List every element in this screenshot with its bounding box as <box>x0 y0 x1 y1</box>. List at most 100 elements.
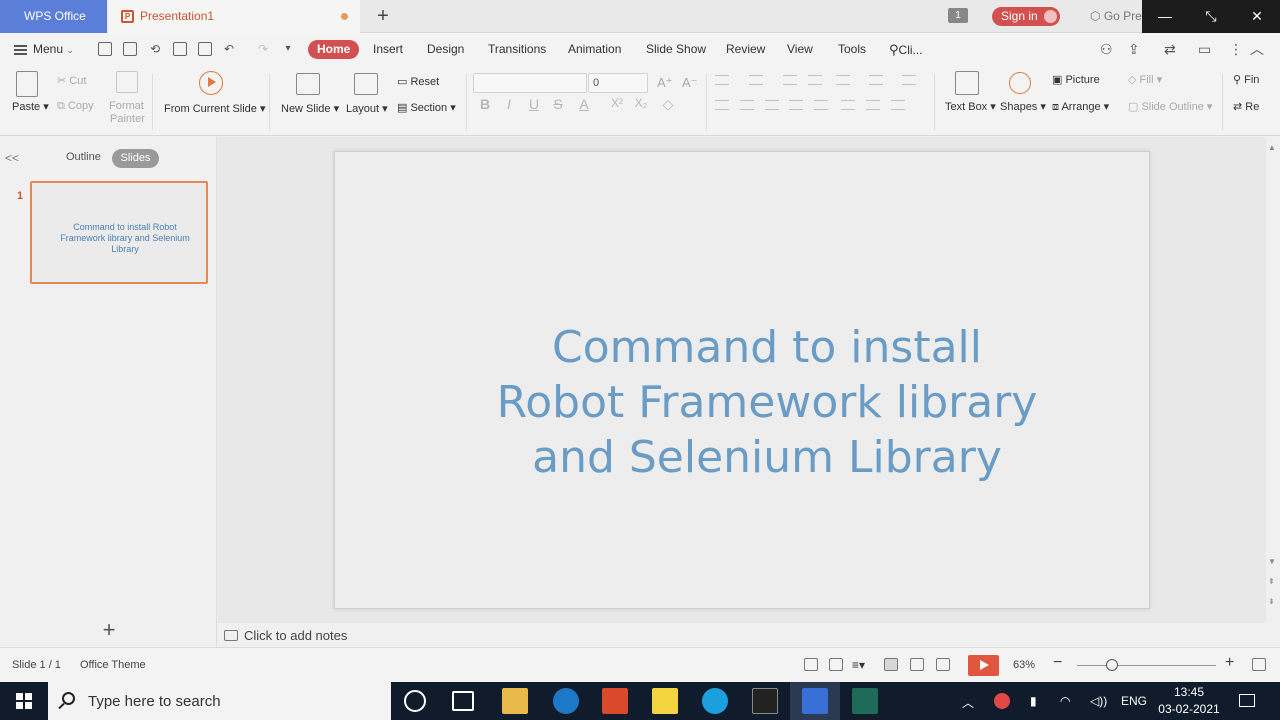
tab-home[interactable]: Home <box>308 40 360 59</box>
new-slide-icon[interactable] <box>296 73 320 95</box>
document-tab[interactable]: P Presentation1 <box>108 0 360 33</box>
window-count-badge[interactable]: 1 <box>948 8 968 23</box>
underline-icon[interactable]: U <box>526 96 542 112</box>
strikethrough-icon[interactable]: S <box>550 96 566 112</box>
paragraph-spacing-icon[interactable] <box>841 100 855 110</box>
previous-slide-icon[interactable]: ⇞ <box>1268 577 1275 586</box>
shapes-icon[interactable] <box>1009 72 1031 94</box>
wifi-icon[interactable]: ◠ <box>1060 694 1070 708</box>
volume-icon[interactable]: ◁)) <box>1090 694 1107 708</box>
shapes-button[interactable]: Shapes ▾ <box>1000 100 1046 113</box>
bold-icon[interactable]: B <box>477 96 493 112</box>
line-spacing-icon[interactable] <box>869 75 883 85</box>
taskbar-search[interactable]: Type here to search <box>48 682 391 720</box>
command-search[interactable]: ⚲Cli... <box>889 40 923 59</box>
new-tab-button[interactable]: + <box>374 5 392 27</box>
minimize-button[interactable]: — <box>1142 0 1188 33</box>
notes-pane[interactable]: Click to add notes <box>218 623 1280 647</box>
edge-icon[interactable] <box>553 688 579 714</box>
taskbar-search-input[interactable]: Type here to search <box>88 693 221 710</box>
show-hidden-icons[interactable]: ︿ <box>962 694 974 711</box>
tab-outline[interactable]: Outline <box>66 151 101 163</box>
zoom-out-button[interactable]: − <box>1053 654 1062 672</box>
tab-transitions[interactable]: Transitions <box>488 40 546 59</box>
font-size-combo[interactable]: 0 <box>588 73 648 93</box>
format-painter-label-2[interactable]: Painter <box>110 113 145 125</box>
justify-icon[interactable] <box>789 100 803 110</box>
share-collab-icon[interactable]: ⚇ <box>1100 40 1113 59</box>
notification-center-icon[interactable] <box>1239 694 1255 707</box>
skype-icon[interactable] <box>702 688 728 714</box>
fit-window-icon[interactable] <box>1252 658 1266 671</box>
zoom-in-button[interactable]: + <box>1225 654 1234 672</box>
tab-animation[interactable]: Animation <box>568 40 621 59</box>
slide-editor-canvas[interactable]: Command to install Robot Framework libra… <box>218 137 1266 623</box>
sticky-notes-icon[interactable] <box>652 688 678 714</box>
tab-review[interactable]: Review <box>726 40 765 59</box>
comment-icon[interactable]: ▭ <box>1198 40 1211 59</box>
text-box-icon[interactable] <box>955 71 979 95</box>
align-right-icon[interactable] <box>765 100 779 110</box>
redo-icon[interactable]: ↷ <box>256 42 270 56</box>
task-view-icon[interactable] <box>452 691 474 711</box>
tab-design[interactable]: Design <box>427 40 464 59</box>
wps-office-tab[interactable]: WPS Office <box>0 0 107 33</box>
print-preview-icon[interactable] <box>198 42 212 56</box>
decrease-indent-icon[interactable] <box>783 75 797 85</box>
file-explorer-icon[interactable] <box>502 688 528 714</box>
numbering-icon[interactable] <box>749 75 763 85</box>
language-indicator[interactable]: ENG <box>1121 694 1147 708</box>
text-direction-icon[interactable] <box>902 75 916 85</box>
record-icon[interactable] <box>994 693 1010 709</box>
wps-taskbar-item[interactable] <box>790 682 840 720</box>
subscript-icon[interactable]: X₂ <box>633 96 649 110</box>
notes-placeholder[interactable]: Click to add notes <box>244 628 347 643</box>
cut-button[interactable]: ✂ Cut <box>57 74 86 87</box>
remark-icon[interactable] <box>829 658 843 671</box>
tab-insert[interactable]: Insert <box>373 40 403 59</box>
paste-icon[interactable] <box>16 71 38 97</box>
share-icon[interactable]: ⇪ <box>1128 40 1140 59</box>
font-color-icon[interactable]: A <box>576 96 592 112</box>
increase-font-icon[interactable]: A⁺ <box>657 75 673 91</box>
undo-icon[interactable]: ↶ <box>222 42 236 56</box>
play-from-current-icon[interactable] <box>199 71 223 95</box>
columns-icon[interactable] <box>836 75 850 85</box>
align-left-icon[interactable] <box>715 100 729 110</box>
open-folder-icon[interactable] <box>98 42 112 56</box>
more-options-icon[interactable]: ⋮ <box>1229 40 1243 59</box>
align-menu-icon[interactable]: ≡▾ <box>852 658 866 672</box>
screen-recorder-icon[interactable] <box>852 688 878 714</box>
vertical-align-icon[interactable] <box>891 100 905 110</box>
text-box-button[interactable]: Text Box ▾ <box>945 100 996 113</box>
start-button[interactable] <box>0 682 48 720</box>
slide-sorter-icon[interactable] <box>910 658 924 671</box>
format-painter-label-1[interactable]: Format <box>109 100 144 112</box>
picture-button[interactable]: ▣ Picture <box>1052 73 1100 86</box>
vertical-scrollbar[interactable]: ▲ ▼ ⇞ ⇟ <box>1266 137 1280 623</box>
restore-button[interactable]: ⤡ <box>1188 0 1234 33</box>
collapse-panel-icon[interactable]: << <box>5 151 19 165</box>
paste-button[interactable]: Paste ▾ <box>12 100 49 113</box>
play-slideshow-button[interactable] <box>968 655 999 676</box>
go-premium-button[interactable]: ⬡ Go Pre <box>1090 0 1142 33</box>
customize-quick-access-icon[interactable]: ▾ <box>281 42 295 56</box>
section-button[interactable]: ▤ Section ▾ <box>397 101 456 114</box>
main-menu-button[interactable]: Menu ⌄ <box>14 41 74 58</box>
next-slide-icon[interactable]: ⇟ <box>1268 597 1275 606</box>
normal-view-icon[interactable] <box>884 658 898 671</box>
theme-name[interactable]: Office Theme <box>80 659 146 671</box>
cortana-icon[interactable] <box>404 690 426 712</box>
slide-outline-button[interactable]: ▢ Slide Outline ▾ <box>1128 100 1212 113</box>
fill-button[interactable]: ◇ Fill ▾ <box>1128 73 1162 86</box>
zoom-slider[interactable] <box>1077 665 1216 666</box>
new-slide-button[interactable]: New Slide ▾ <box>281 102 339 115</box>
slide[interactable]: Command to install Robot Framework libra… <box>334 151 1150 609</box>
microphone-icon[interactable]: ▮ <box>1030 694 1037 708</box>
sign-in-button[interactable]: Sign in <box>992 7 1060 26</box>
scroll-up-icon[interactable]: ▲ <box>1268 143 1276 152</box>
slide-title[interactable]: Command to install Robot Framework libra… <box>485 320 1049 485</box>
from-current-slide-button[interactable]: From Current Slide ▾ <box>164 102 266 115</box>
distribute-icon[interactable] <box>814 100 828 110</box>
tab-view[interactable]: View <box>787 40 813 59</box>
